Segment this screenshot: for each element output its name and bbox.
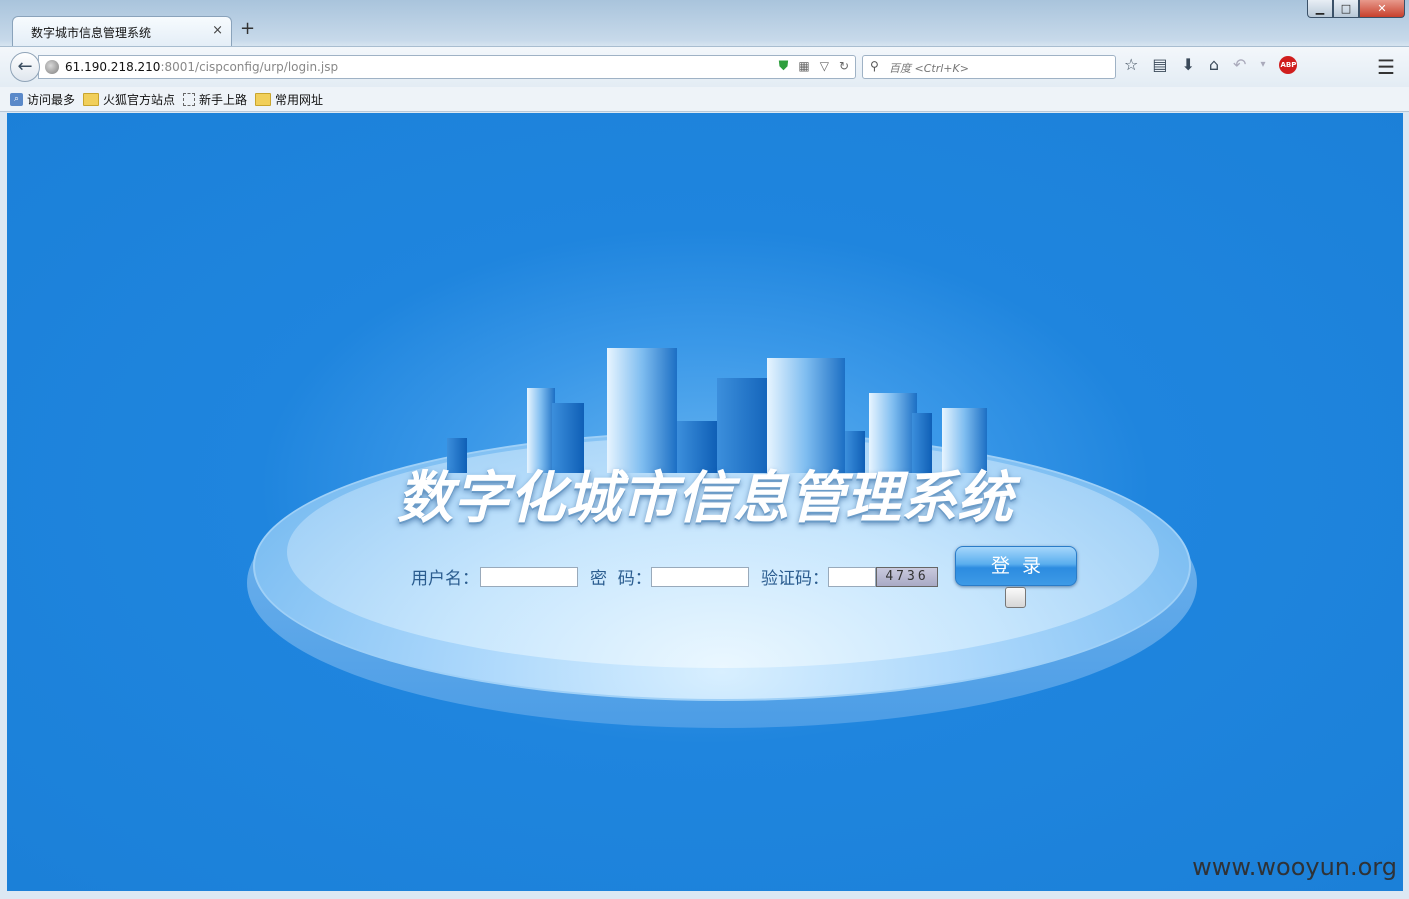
- bookmark-item[interactable]: ⌕ 访问最多: [10, 91, 75, 108]
- page-content: 数字化城市信息管理系统 用户名： 密 码： 验证码： 4736 登录 www.w…: [7, 113, 1403, 891]
- most-visited-icon: ⌕: [10, 92, 23, 106]
- download-icon[interactable]: ⬇: [1181, 55, 1194, 74]
- login-form: 用户名： 密 码： 验证码： 4736: [7, 553, 1403, 593]
- captcha-input[interactable]: [828, 567, 876, 587]
- bookmark-label: 常用网址: [275, 92, 324, 107]
- tab-close-icon[interactable]: ×: [212, 23, 223, 38]
- navigation-bar: 61.190.218.210:8001/cispconfig/urp/login…: [0, 46, 1409, 87]
- bookmark-item[interactable]: 火狐官方站点: [83, 91, 175, 108]
- page-icon: [183, 92, 196, 106]
- url-path: :8001/cispconfig/urp/login.jsp: [160, 60, 339, 74]
- browser-tab[interactable]: 数字城市信息管理系统 ×: [12, 16, 232, 46]
- login-button[interactable]: 登录: [955, 546, 1077, 586]
- tab-title: 数字城市信息管理系统: [31, 26, 152, 40]
- dropdown-arrow-icon[interactable]: ▽: [820, 59, 829, 74]
- undo-icon[interactable]: ↶: [1233, 55, 1246, 74]
- qr-code-icon[interactable]: ▦: [798, 59, 809, 74]
- username-input[interactable]: [480, 567, 578, 587]
- url-bar-icons: ⛊ ▦ ▽ ↻: [779, 59, 849, 74]
- url-host: 61.190.218.210: [65, 60, 161, 74]
- search-input[interactable]: ⚲ 百度 <Ctrl+K>: [862, 55, 1116, 79]
- new-tab-button[interactable]: +: [240, 18, 255, 39]
- toolbar-icons: ☆ ▤ ⬇ ⌂ ↶ ▾ ABP: [1124, 55, 1298, 74]
- watermark: www.wooyun.org: [1192, 853, 1397, 881]
- browser-window: ▁ □ ✕ 数字城市信息管理系统 × + 61.190.218.210:8001…: [0, 0, 1409, 899]
- bookmark-label: 新手上路: [199, 92, 248, 107]
- url-text[interactable]: 61.190.218.210:8001/cispconfig/urp/login…: [65, 60, 338, 74]
- bookmarks-bar: ⌕ 访问最多 火狐官方站点 新手上路 常用网址: [0, 87, 1409, 112]
- remember-checkbox[interactable]: [1005, 587, 1026, 608]
- address-bar[interactable]: 61.190.218.210:8001/cispconfig/urp/login…: [38, 55, 856, 79]
- close-window-button[interactable]: ✕: [1359, 0, 1405, 18]
- back-button[interactable]: ←: [10, 52, 40, 82]
- maximize-button[interactable]: □: [1333, 0, 1359, 18]
- back-arrow-icon: ←: [17, 56, 33, 77]
- window-controls: ▁ □ ✕: [1307, 0, 1405, 20]
- captcha-label: 验证码：: [761, 569, 829, 589]
- chevron-down-icon[interactable]: ▾: [1260, 59, 1265, 70]
- folder-icon: [255, 92, 272, 106]
- reload-icon[interactable]: ↻: [839, 59, 849, 74]
- reading-list-icon[interactable]: ▤: [1152, 55, 1167, 74]
- globe-icon: [45, 60, 59, 74]
- search-icon: ⚲: [870, 59, 879, 73]
- home-icon[interactable]: ⌂: [1209, 55, 1219, 74]
- adblock-icon[interactable]: ABP: [1279, 55, 1298, 74]
- page-title: 数字化城市信息管理系统: [397, 466, 1013, 531]
- password-input[interactable]: [651, 567, 749, 587]
- bookmark-item[interactable]: 常用网址: [255, 91, 323, 108]
- captcha-image[interactable]: 4736: [876, 567, 938, 587]
- bookmark-label: 火狐官方站点: [103, 92, 176, 107]
- bookmark-label: 访问最多: [27, 92, 76, 107]
- password-label: 密 码：: [590, 569, 652, 589]
- menu-icon[interactable]: ☰: [1377, 55, 1395, 79]
- bookmark-item[interactable]: 新手上路: [183, 91, 247, 108]
- bookmark-star-icon[interactable]: ☆: [1124, 55, 1138, 74]
- shield-icon[interactable]: ⛊: [779, 59, 789, 74]
- minimize-button[interactable]: ▁: [1307, 0, 1333, 18]
- username-label: 用户名：: [411, 569, 479, 589]
- folder-icon: [83, 92, 100, 106]
- search-placeholder: 百度 <Ctrl+K>: [889, 62, 969, 75]
